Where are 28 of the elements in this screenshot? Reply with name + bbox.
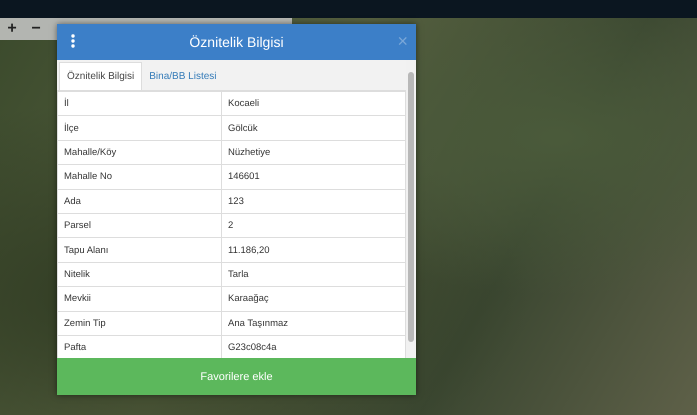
attribute-label: Mahalle/Köy [58,140,222,165]
attribute-label: Parsel [58,213,222,238]
attribute-value: Tarla [222,262,406,287]
scrollbar-thumb[interactable] [408,72,414,342]
tab[interactable]: Bina/BB Listesi [142,62,224,90]
attribute-value: Karaağaç [222,286,406,312]
attribute-value: 2 [222,213,406,238]
attribute-value: 146601 [222,164,406,190]
attribute-label: İlçe [58,116,222,140]
attribute-label: İl [58,92,222,116]
attribute-value: 123 [222,189,406,214]
attribute-value: 11.186,20 [222,238,406,262]
scrollbar[interactable] [406,60,416,358]
attribute-label: Nitelik [58,262,222,287]
tab[interactable]: Öznitelik Bilgisi [59,62,142,90]
attribute-label: Mevkii [58,286,222,312]
attribute-label: Zemin Tip [58,311,222,336]
attribute-label: Mahalle No [58,164,222,190]
attribute-label: Tapu Alanı [58,238,222,262]
dialog-title: Öznitelik Bilgisi [189,34,284,50]
menu-icon[interactable] [71,34,75,48]
attribute-value: Nüzhetiye [222,140,406,165]
attribute-label: Ada [58,189,222,214]
zoom-out-button[interactable]: − [26,18,46,40]
attribute-value: Ana Taşınmaz [222,311,406,336]
attribute-value: Gölcük [222,116,406,140]
zoom-in-button[interactable]: + [2,18,22,40]
attribute-value: Kocaeli [222,92,406,116]
